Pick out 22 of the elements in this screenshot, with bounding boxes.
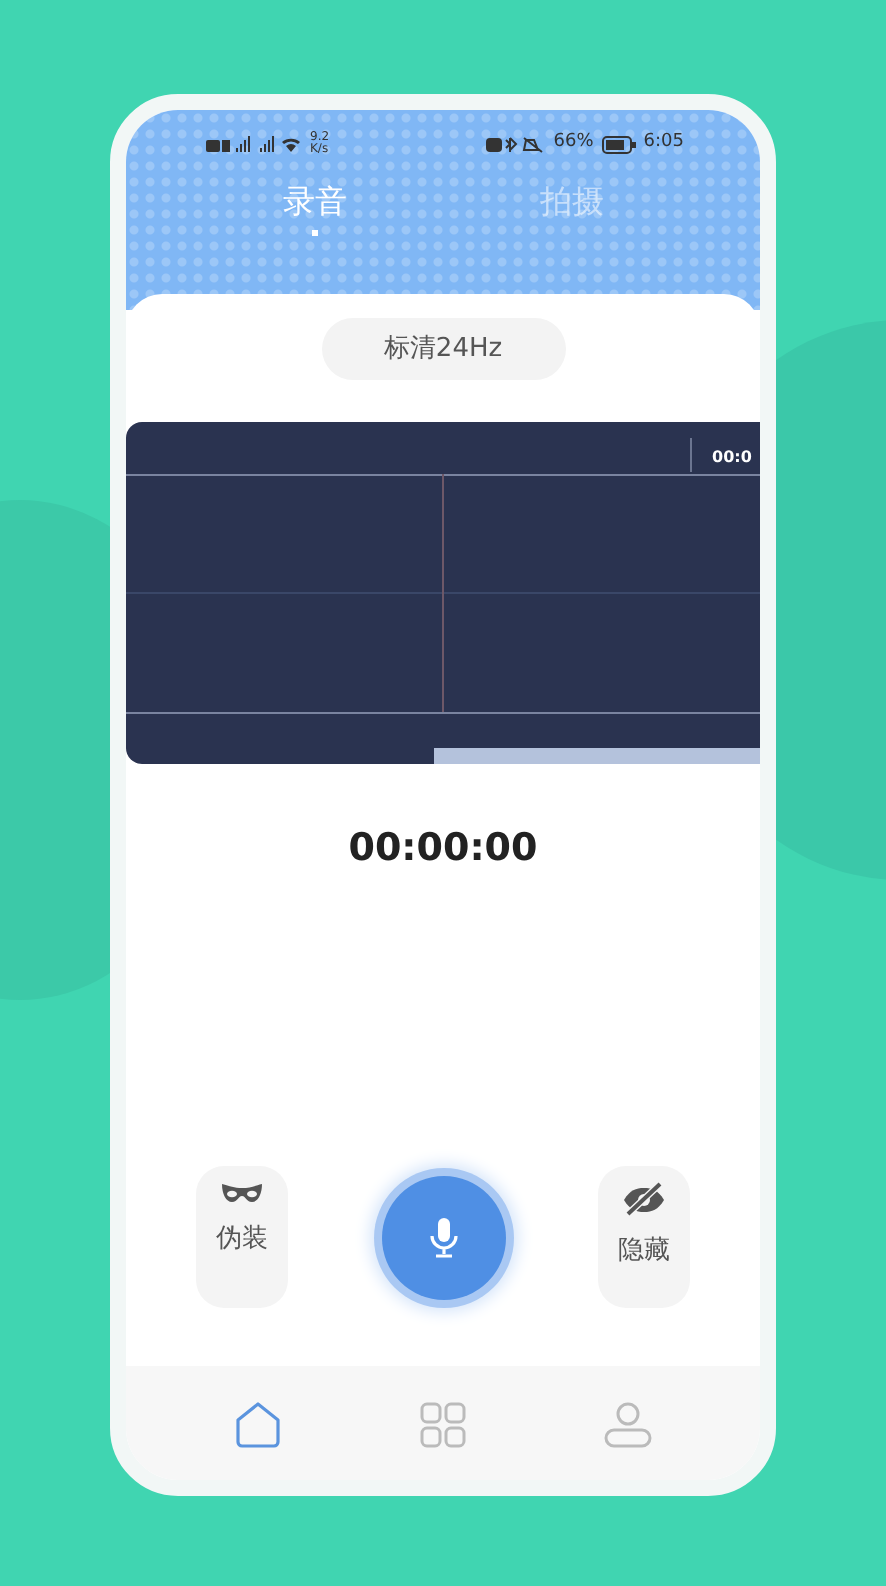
mask-icon xyxy=(220,1182,264,1204)
battery-percent: 66% xyxy=(553,130,594,157)
scroll-bar[interactable] xyxy=(434,748,760,764)
grid-icon xyxy=(419,1401,466,1448)
nav-tab[interactable] xyxy=(234,1398,283,1448)
hidden-eye-icon xyxy=(622,1182,666,1216)
selected-indicator xyxy=(311,230,318,236)
nav-tab[interactable] xyxy=(603,1398,652,1448)
disguise-button[interactable]: 伪装 xyxy=(196,1166,288,1308)
time-label: 00:0 xyxy=(712,446,752,470)
clock-time: 6:05 xyxy=(643,130,684,157)
signal-icon xyxy=(206,135,302,153)
quality-selector[interactable]: 标清24Hz xyxy=(321,318,565,380)
recording-timer: 00:00:00 xyxy=(346,824,540,874)
home-icon xyxy=(234,1401,283,1448)
nav-tab[interactable] xyxy=(419,1398,466,1448)
microphone-icon xyxy=(429,1217,457,1257)
user-icon xyxy=(603,1401,652,1448)
status-icons-drawing xyxy=(485,135,546,153)
battery-icon xyxy=(601,135,636,153)
hide-button[interactable]: 隐藏 xyxy=(598,1166,690,1308)
record-button[interactable] xyxy=(381,1175,505,1299)
